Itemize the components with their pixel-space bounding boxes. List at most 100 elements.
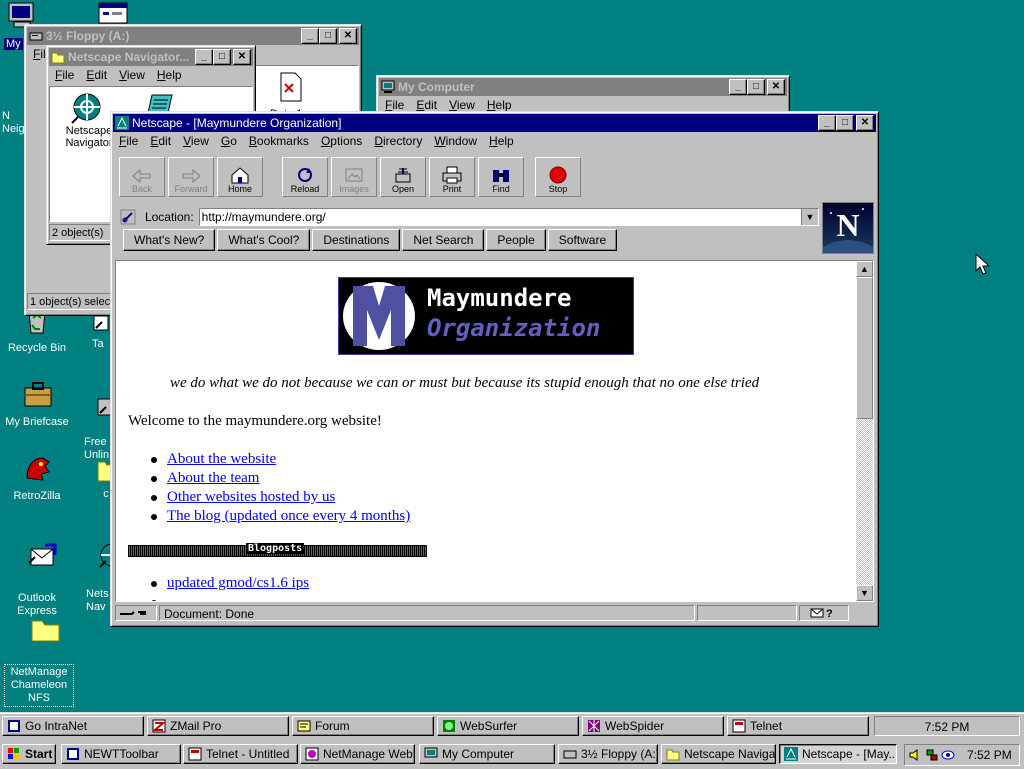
whats-new-button[interactable]: What's New? <box>123 229 216 251</box>
speaker-icon[interactable] <box>909 748 923 762</box>
about-team-link[interactable]: About the team <box>167 470 259 486</box>
network-tray-icon[interactable] <box>925 748 939 762</box>
menu-help[interactable]: Help <box>151 68 188 82</box>
task-go-intranet[interactable]: Go IntraNet <box>2 716 144 736</box>
my-computer-titlebar[interactable]: My Computer _ □ ✕ <box>379 78 787 96</box>
task-label: Forum <box>315 719 350 733</box>
task-websurfer[interactable]: WebSurfer <box>437 716 579 736</box>
other-websites-link[interactable]: Other websites hosted by us <box>167 489 335 505</box>
task-newttoolbar[interactable]: NEWTToolbar <box>61 744 181 764</box>
software-button[interactable]: Software <box>547 229 618 251</box>
home-label: Home <box>227 184 252 194</box>
desktop-icon-my-briefcase[interactable]: My Briefcase <box>2 380 72 429</box>
url-dropdown-arrow-icon[interactable]: ▼ <box>801 209 818 225</box>
menu-view[interactable]: View <box>177 134 215 148</box>
about-website-link[interactable]: About the website <box>167 451 276 467</box>
scroll-up-arrow-icon[interactable]: ▲ <box>856 261 873 277</box>
scroll-thumb[interactable] <box>856 277 873 419</box>
menu-view[interactable]: View <box>443 98 481 112</box>
reload-button[interactable]: Reload <box>282 157 328 197</box>
navigator-folder-titlebar[interactable]: Netscape Navigator... _ □ ✕ <box>49 48 253 66</box>
destinations-button[interactable]: Destinations <box>312 229 401 251</box>
desktop-icon-recycle-bin[interactable]: Recycle Bin <box>2 310 72 355</box>
task-telnet-untitled[interactable]: Telnet - Untitled <box>183 744 298 764</box>
url-field[interactable]: http://maymundere.org/ ▼ <box>198 208 819 226</box>
netscape-titlebar[interactable]: Netscape - [Maymundere Organization] _ □ ✕ <box>113 114 876 132</box>
menu-go[interactable]: Go <box>215 134 243 148</box>
close-button[interactable]: ✕ <box>856 115 874 131</box>
vertical-scrollbar[interactable]: ▲ ▼ <box>856 261 873 601</box>
eye-icon[interactable] <box>941 748 955 762</box>
maximize-button[interactable]: □ <box>836 115 854 131</box>
page-content[interactable]: Maymundere Organization we do what we do… <box>115 260 874 602</box>
task-floppy[interactable]: 3½ Floppy (A:) <box>558 744 658 764</box>
task-netscape-navigator[interactable]: Netscape Naviga... <box>661 744 776 764</box>
desktop-icon-network[interactable]: N Neig <box>2 110 25 136</box>
menu-file[interactable]: File <box>49 68 80 82</box>
find-button[interactable]: Find <box>478 157 524 197</box>
task-my-computer[interactable]: My Computer <box>419 744 555 764</box>
back-button[interactable]: Back <box>119 157 165 197</box>
tagline: we do what we do not because we can or m… <box>170 375 760 391</box>
forward-button[interactable]: Forward <box>168 157 214 197</box>
list-item: updated gmod/cs1.6 ips <box>151 575 407 594</box>
scroll-down-arrow-icon[interactable]: ▼ <box>856 585 873 601</box>
task-netmanage-web[interactable]: NetManage Web... <box>300 744 415 764</box>
task-zmail-pro[interactable]: ZMail Pro <box>147 716 289 736</box>
netscape-logo[interactable]: N <box>822 202 874 254</box>
menu-help[interactable]: Help <box>481 98 518 112</box>
print-button[interactable]: Print <box>429 157 475 197</box>
people-button[interactable]: People <box>486 229 546 251</box>
status-bar: Document: Done ? <box>115 604 874 622</box>
menu-view[interactable]: View <box>113 68 151 82</box>
menu-help[interactable]: Help <box>483 134 520 148</box>
task-label: Netscape - [May... <box>802 747 897 761</box>
desktop-icon-retrozilla[interactable]: RetroZilla <box>2 452 72 503</box>
task-webspider[interactable]: WebSpider <box>582 716 724 736</box>
whats-cool-button[interactable]: What's Cool? <box>217 229 311 251</box>
start-button[interactable]: Start <box>2 744 56 764</box>
minimize-button[interactable]: _ <box>301 28 319 44</box>
net-search-button[interactable]: Net Search <box>402 229 485 251</box>
task-telnet[interactable]: Telnet <box>727 716 869 736</box>
maximize-button[interactable]: □ <box>747 79 765 95</box>
images-button[interactable]: Images <box>331 157 377 197</box>
maximize-button[interactable]: □ <box>213 49 231 65</box>
netscape-window[interactable]: Netscape - [Maymundere Organization] _ □ ✕… <box>110 111 879 627</box>
menu-file[interactable]: File <box>379 98 410 112</box>
task-label: WebSpider <box>605 719 665 733</box>
netscape-navigator-icon <box>71 93 101 124</box>
minimize-button[interactable]: _ <box>818 115 836 131</box>
menu-options[interactable]: Options <box>315 134 368 148</box>
close-button[interactable]: ✕ <box>339 28 357 44</box>
home-button[interactable]: Home <box>217 157 263 197</box>
stop-button[interactable]: Stop <box>535 157 581 197</box>
task-forum[interactable]: Forum <box>292 716 434 736</box>
menu-edit[interactable]: Edit <box>144 134 177 148</box>
floppy-titlebar[interactable]: 3½ Floppy (A:) _ □ ✕ <box>27 27 359 45</box>
task-netscape-maymundere[interactable]: Netscape - [May... <box>779 744 897 764</box>
bookmark-link-icon[interactable] <box>119 208 139 226</box>
maximize-button[interactable]: □ <box>319 28 337 44</box>
images-icon <box>345 168 363 182</box>
mail-status[interactable]: ? <box>799 605 849 621</box>
netmanage-web-icon <box>305 747 319 761</box>
blog-post-link[interactable]: updated gmod/cs1.6 ips <box>167 575 309 591</box>
minimize-button[interactable]: _ <box>729 79 747 95</box>
menu-file[interactable]: File <box>113 134 144 148</box>
security-key-icon[interactable] <box>115 605 157 621</box>
menu-directory[interactable]: Directory <box>368 134 428 148</box>
open-button[interactable]: Open <box>380 157 426 197</box>
close-button[interactable]: ✕ <box>767 79 785 95</box>
blog-link[interactable]: The blog (updated once every 4 months) <box>167 508 410 524</box>
minimize-button[interactable]: _ <box>195 49 213 65</box>
task-label: NetManage Web... <box>323 747 415 761</box>
task-label: NEWTToolbar <box>84 747 159 761</box>
close-button[interactable]: ✕ <box>233 49 251 65</box>
menu-edit[interactable]: Edit <box>80 68 113 82</box>
menu-edit[interactable]: Edit <box>410 98 443 112</box>
retrozilla-label: RetroZilla <box>13 490 61 502</box>
menu-bookmarks[interactable]: Bookmarks <box>243 134 315 148</box>
webspider-icon <box>588 720 600 732</box>
menu-window[interactable]: Window <box>428 134 483 148</box>
